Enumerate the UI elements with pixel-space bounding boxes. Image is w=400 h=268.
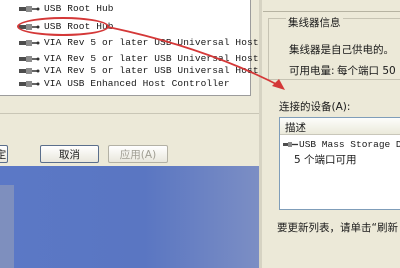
cancel-button[interactable]: 取消 [40,145,99,163]
usb-controller-tree: USB Root Hub USB Root Hub VIA Rev 5 or l… [0,0,259,96]
usb-plug-icon [19,80,40,87]
window-border [259,0,262,268]
tree-item-label: USB Root Hub [44,3,114,14]
usb-plug-icon [283,141,298,147]
desktop-background [0,166,263,268]
power-label: 可用电量: [289,65,335,77]
apply-button[interactable]: 应用(A) [108,145,168,163]
annotation-ellipse [17,17,109,36]
list-item-ports-available: 5 个端口可用 [294,154,357,166]
list-column-header[interactable]: 描述 [280,118,400,135]
tree-item-via-enhanced-controller[interactable]: VIA USB Enhanced Host Controller [18,77,230,90]
tree-item-label: VIA Rev 5 or later USB Universal Host [44,53,259,64]
list-item-mass-storage[interactable]: USB Mass Storage Dev [283,137,400,151]
column-description: 描述 [285,122,306,134]
desktop-background-left [0,185,14,268]
tree-item-label: VIA Rev 5 or later USB Universal Host [44,37,259,48]
connected-devices-label: 连接的设备(A): [279,101,351,113]
usb-plug-icon [19,5,40,12]
usb-plug-icon [19,67,40,74]
tree-item-label: VIA Rev 5 or later USB Universal Host [44,65,259,76]
ok-button[interactable]: 定 [0,145,8,163]
tree-item-via-host-1[interactable]: VIA Rev 5 or later USB Universal Host [18,36,259,49]
tree-item-usb-root-hub-1[interactable]: USB Root Hub [18,2,114,15]
tab-strip [263,0,400,12]
divider [0,113,259,114]
hub-info-title: 集线器信息 [286,15,343,30]
usb-plug-icon [19,55,40,62]
device-name: USB Mass Storage Dev [299,138,400,150]
connected-devices-list[interactable]: 描述 USB Mass Storage Dev 5 个端口可用 [279,117,400,210]
tree-item-label: VIA USB Enhanced Host Controller [44,78,230,89]
self-powered-text: 集线器是自己供电的。 [289,44,394,56]
usb-plug-icon [19,39,40,46]
power-value: 每个端口 50 [337,65,396,77]
refresh-hint-text: 要更新列表，请单击“刷新 [277,222,398,234]
tree-item-via-host-3[interactable]: VIA Rev 5 or later USB Universal Host [18,64,259,77]
